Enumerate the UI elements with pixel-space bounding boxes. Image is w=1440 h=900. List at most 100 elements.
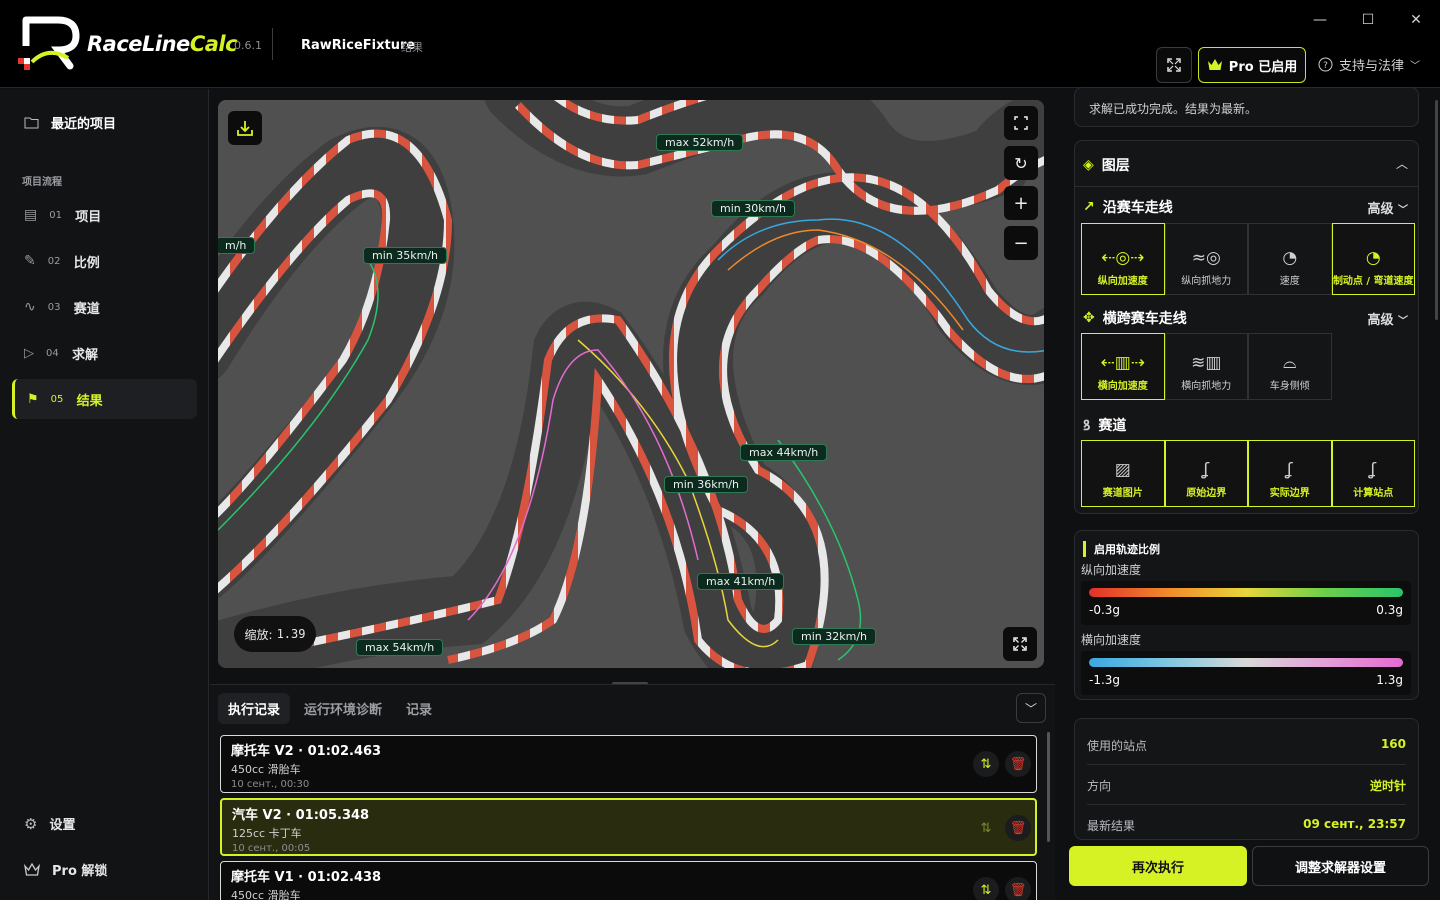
tile-longitudinal-grip[interactable]: ≈◎ 纵向抓地力	[1164, 223, 1248, 295]
long-accel-gradient	[1089, 588, 1403, 597]
expand-map-button[interactable]	[1003, 627, 1037, 661]
zoom-indicator: 缩放: 1.39	[234, 616, 316, 652]
tile-label: 原始边界	[1186, 487, 1227, 499]
tile-label: 速度	[1279, 275, 1300, 287]
flag-icon: ⚑	[27, 391, 39, 407]
tile-label: 横向抓地力	[1181, 380, 1232, 392]
pro-unlock-link[interactable]: Pro 解锁	[24, 860, 107, 879]
app-window: { "app": {"brand_a": "RaceLine", "brand_…	[0, 0, 1440, 900]
delete-run-button[interactable]: 🗑	[1005, 751, 1031, 777]
delete-run-button[interactable]: 🗑	[1005, 877, 1031, 900]
right-panel-scrollbar[interactable]	[1435, 100, 1438, 320]
along-advanced-toggle[interactable]: 高级 ﹀	[1367, 198, 1408, 217]
compare-run-button[interactable]: ⇅	[973, 877, 999, 900]
nav-label: 结果	[76, 393, 103, 409]
expand-icon	[1013, 637, 1027, 651]
lat-accel-label: 横向加速度	[1081, 633, 1142, 647]
long-accel-label: 纵向加速度	[1081, 563, 1142, 577]
log-scrollbar[interactable]	[1047, 732, 1050, 842]
zoom-label: 缩放:	[244, 627, 273, 642]
tile-computed-stations[interactable]: ʆ 计算站点	[1331, 440, 1415, 507]
nav-item-results[interactable]: ⚑ 05 结果	[12, 379, 197, 419]
cross-line-title: 横跨赛车走线	[1102, 311, 1187, 327]
map-speed-label: min 35km/h	[363, 247, 447, 264]
tile-body-roll[interactable]: ⌓ 车身侧倾	[1248, 333, 1332, 400]
along-line-header: ↗ 沿赛车走线	[1083, 197, 1173, 217]
collapse-log-button[interactable]: ﹀	[1016, 693, 1046, 723]
cross-advanced-toggle[interactable]: 高级 ﹀	[1367, 309, 1408, 328]
stat-value: 160	[1380, 737, 1406, 751]
nav-number: 04	[46, 347, 59, 359]
tile-actual-boundary[interactable]: ʆ 实际边界	[1248, 440, 1332, 507]
tile-lateral-grip[interactable]: ≋▥ 横向抓地力	[1164, 333, 1248, 400]
maximize-icon[interactable]: ☐	[1358, 10, 1378, 30]
nav-item-track[interactable]: ∿ 03 赛道	[12, 287, 197, 327]
fit-view-button[interactable]	[1004, 106, 1038, 140]
compare-run-button[interactable]: ⇅	[973, 815, 999, 841]
layers-header[interactable]: ◈ 图层	[1083, 155, 1130, 175]
lat-accel-scale: -1.3g 1.3g	[1081, 651, 1411, 695]
settings-link[interactable]: ⚙ 设置	[24, 814, 76, 834]
chevron-down-icon: ﹀	[1024, 701, 1037, 716]
chevron-up-icon[interactable]: ︿	[1396, 155, 1408, 172]
track-tiles: ▨ 赛道图片 ʆ 原始边界 ʆ 实际边界 ʆ 计算站点	[1081, 440, 1415, 507]
advanced-label: 高级	[1367, 202, 1394, 217]
run-vehicle: 125cc 卡丁车	[232, 827, 302, 840]
cross-line-tiles: ⇠▥⇢ 横向加速度 ≋▥ 横向抓地力 ⌓ 车身侧倾	[1081, 333, 1332, 400]
run-card[interactable]: 摩托车 V2 · 01:02.463 450cc 滑胎车 10 сент., 0…	[220, 735, 1037, 793]
title-bar: RaceLineCalc 0.6.1 RawRiceFixture 结果 — ☐…	[0, 0, 1440, 88]
tile-label: 实际边界	[1269, 487, 1310, 499]
tab-records[interactable]: 记录	[396, 693, 442, 724]
download-button[interactable]	[228, 111, 262, 145]
map-speed-label: min 32km/h	[792, 628, 876, 645]
recent-projects-link[interactable]: 最近的项目	[24, 113, 116, 132]
run-card-selected[interactable]: 汽车 V2 · 01:05.348 125cc 卡丁车 10 сент., 00…	[220, 798, 1037, 856]
compare-run-button[interactable]: ⇅	[973, 751, 999, 777]
tile-speed[interactable]: ◔ 速度	[1248, 223, 1332, 295]
support-legal-menu[interactable]: ? 支持与法律 ﹀	[1318, 55, 1420, 74]
crown-icon	[24, 862, 40, 876]
zoom-in-button[interactable]: +	[1004, 186, 1038, 220]
focus-frame-icon	[1014, 116, 1028, 130]
trash-icon: 🗑	[1009, 756, 1027, 772]
trash-icon: 🗑	[1009, 882, 1027, 898]
track-map[interactable]: max 52km/h min 30km/h min 35km/h max 44k…	[218, 100, 1044, 668]
fullscreen-button[interactable]	[1156, 47, 1192, 83]
tab-environment-diagnostics[interactable]: 运行环境诊断	[294, 693, 392, 724]
tile-original-boundary[interactable]: ʆ 原始边界	[1164, 440, 1248, 507]
close-icon[interactable]: ✕	[1406, 10, 1426, 30]
pro-enabled-button[interactable]: Pro 已启用	[1198, 47, 1306, 83]
svg-text:?: ?	[1323, 61, 1328, 71]
boundary-icon: ʆ	[1286, 459, 1293, 480]
nav-item-project[interactable]: ▤ 01 项目	[12, 195, 197, 235]
along-line-title: 沿赛车走线	[1102, 200, 1173, 216]
run-timestamp: 10 сент., 00:30	[231, 779, 310, 790]
long-accel-max: 0.3g	[1376, 603, 1403, 617]
nav-item-solve[interactable]: ▷ 04 求解	[12, 333, 197, 373]
tile-track-image[interactable]: ▨ 赛道图片	[1081, 440, 1165, 507]
project-name: RawRiceFixture	[301, 38, 416, 53]
status-card: 求解已成功完成。结果为最新。	[1074, 87, 1419, 127]
stations-icon: ʆ	[1370, 459, 1377, 480]
run-card[interactable]: 摩托车 V1 · 01:02.438 450cc 滑胎车 ⇅ 🗑	[220, 861, 1037, 900]
gear-icon: ⚙	[24, 814, 38, 833]
reset-view-button[interactable]: ↻	[1004, 146, 1038, 180]
trash-icon: 🗑	[1009, 820, 1027, 836]
long-accel-min: -0.3g	[1089, 603, 1121, 617]
document-icon: ▤	[24, 207, 38, 223]
delete-run-button[interactable]: 🗑	[1005, 815, 1031, 841]
run-timestamp: 10 сент., 00:05	[232, 843, 311, 854]
tile-longitudinal-accel[interactable]: ⇠◎⇢ 纵向加速度	[1081, 223, 1165, 295]
map-speed-label: max 41km/h	[697, 573, 785, 590]
zoom-out-button[interactable]: −	[1004, 226, 1038, 260]
run-title: 摩托车 V1 · 01:02.438	[231, 870, 382, 885]
adjust-solver-button[interactable]: 调整求解器设置	[1252, 846, 1429, 886]
minimize-icon[interactable]: —	[1310, 10, 1330, 30]
tile-braking-corner-speed[interactable]: ◔ 制动点 / 弯道速度	[1331, 223, 1415, 295]
tab-execution-log[interactable]: 执行记录	[218, 693, 291, 724]
expand-icon	[1167, 58, 1181, 72]
run-again-button[interactable]: 再次执行	[1069, 846, 1247, 886]
settings-label: 设置	[49, 818, 76, 833]
tile-lateral-accel[interactable]: ⇠▥⇢ 横向加速度	[1081, 333, 1165, 400]
nav-item-scale[interactable]: ✎ 02 比例	[12, 241, 197, 281]
